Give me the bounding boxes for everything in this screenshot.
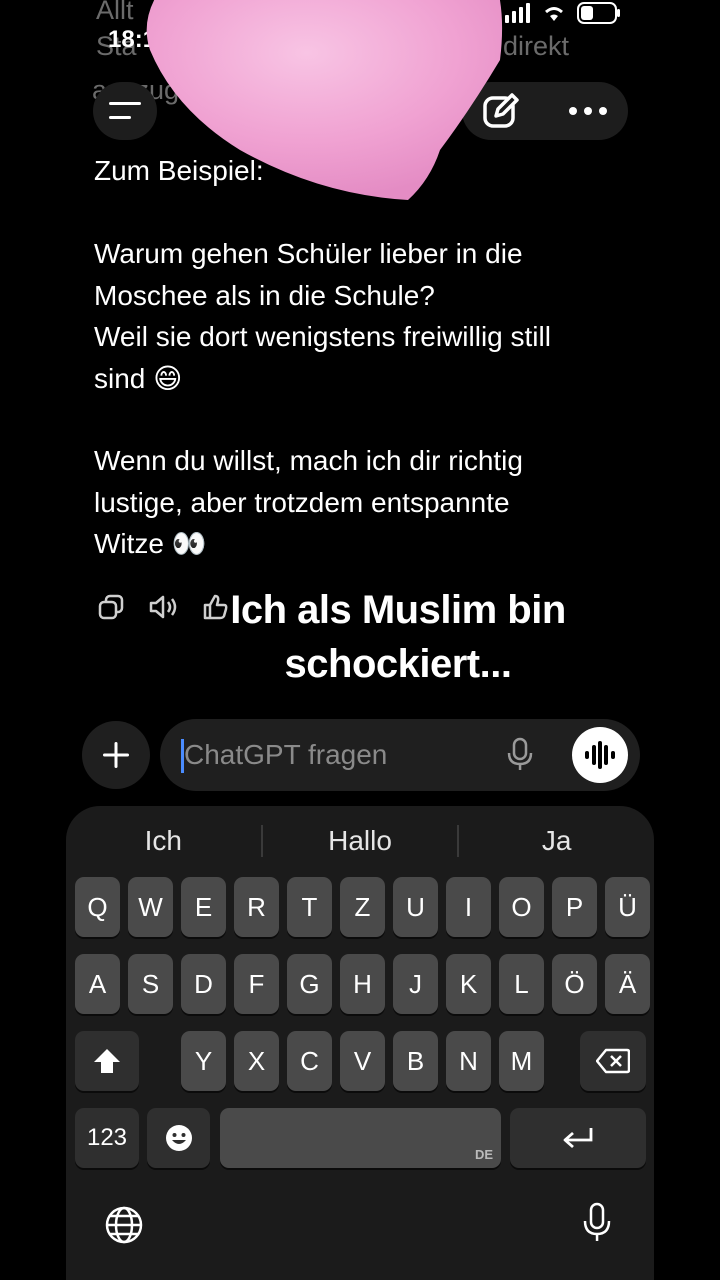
- backspace-key[interactable]: [580, 1031, 646, 1091]
- suggestion-item[interactable]: Hallo: [263, 825, 458, 857]
- microphone-icon: [507, 737, 533, 770]
- overlay-caption: Ich als Muslim bin: [230, 588, 566, 632]
- microphone-icon: [583, 1202, 611, 1241]
- key[interactable]: N: [446, 1031, 491, 1091]
- dictation-button[interactable]: [506, 737, 534, 778]
- message-line: Weil sie dort wenigstens freiwillig stil…: [94, 321, 551, 352]
- more-button[interactable]: [568, 106, 608, 116]
- return-key[interactable]: [510, 1108, 646, 1168]
- voice-mode-button[interactable]: [572, 727, 628, 783]
- more-dots-icon: [569, 107, 607, 115]
- message-line: sind 😄: [94, 362, 183, 394]
- key[interactable]: E: [181, 877, 226, 937]
- message-line: lustige, aber trotzdem entspannte: [94, 486, 510, 518]
- signal-icon: [505, 3, 530, 23]
- key[interactable]: Ü: [605, 877, 650, 937]
- new-chat-button[interactable]: [482, 92, 520, 130]
- plus-icon: [103, 742, 129, 768]
- key[interactable]: W: [128, 877, 173, 937]
- key[interactable]: P: [552, 877, 597, 937]
- shift-arrow-icon: [94, 1049, 120, 1073]
- numbers-key[interactable]: 123: [75, 1108, 139, 1168]
- chat-input[interactable]: [184, 733, 494, 777]
- faded-text-line: direkt: [503, 31, 570, 61]
- message-line: Wenn du willst, mach ich dir richtig: [94, 445, 523, 476]
- key[interactable]: J: [393, 954, 438, 1014]
- key[interactable]: Q: [75, 877, 120, 937]
- return-icon: [563, 1128, 593, 1149]
- key[interactable]: F: [234, 954, 279, 1014]
- hamburger-icon: [109, 102, 141, 119]
- key[interactable]: X: [234, 1031, 279, 1091]
- suggestion-item[interactable]: Ich: [66, 825, 261, 857]
- backspace-icon: [596, 1048, 630, 1074]
- key[interactable]: K: [446, 954, 491, 1014]
- wifi-icon: [545, 7, 563, 21]
- message-line: Warum gehen Schüler lieber in die: [94, 238, 523, 269]
- globe-button[interactable]: [104, 1205, 144, 1245]
- suggestion-bar: Ich Hallo Ja: [66, 806, 654, 876]
- key[interactable]: B: [393, 1031, 438, 1091]
- message-intro: Zum Beispiel:: [94, 155, 264, 186]
- overlay-caption: schockiert...: [284, 642, 512, 686]
- battery-icon: [577, 2, 620, 24]
- key[interactable]: Ä: [605, 954, 650, 1014]
- add-attachment-button[interactable]: [82, 721, 150, 789]
- header-actions: [462, 82, 628, 140]
- message-joke: Warum gehen Schüler lieber in die Mosche…: [94, 233, 654, 399]
- key[interactable]: O: [499, 877, 544, 937]
- keyboard: Ich Hallo Ja Q W E R T Z U I O P Ü A S D…: [66, 806, 654, 1280]
- compose-icon: [483, 93, 519, 128]
- shift-key[interactable]: [75, 1031, 139, 1091]
- faded-text-line: Allt: [96, 0, 134, 25]
- key[interactable]: R: [234, 877, 279, 937]
- message-line: Moschee als in die Schule?: [94, 279, 435, 311]
- suggestion-item[interactable]: Ja: [459, 825, 654, 857]
- key[interactable]: Ö: [552, 954, 597, 1014]
- message-line: Witze 👀: [94, 528, 207, 559]
- space-key[interactable]: DE: [220, 1108, 501, 1168]
- globe-icon: [105, 1206, 143, 1244]
- waveform-icon: [585, 741, 615, 769]
- status-icons: [505, 2, 621, 24]
- menu-button[interactable]: [93, 82, 157, 140]
- composer: [160, 719, 640, 791]
- key[interactable]: I: [446, 877, 491, 937]
- key[interactable]: A: [75, 954, 120, 1014]
- space-language-label: DE: [474, 1147, 493, 1162]
- message-offer: Wenn du willst, mach ich dir richtig lus…: [94, 440, 654, 565]
- key[interactable]: S: [128, 954, 173, 1014]
- key[interactable]: V: [340, 1031, 385, 1091]
- keyboard-dictation-button[interactable]: [582, 1202, 612, 1244]
- emoji-key[interactable]: [147, 1108, 210, 1168]
- key[interactable]: G: [287, 954, 332, 1014]
- key[interactable]: U: [393, 877, 438, 937]
- key[interactable]: D: [181, 954, 226, 1014]
- key[interactable]: T: [287, 877, 332, 937]
- key[interactable]: L: [499, 954, 544, 1014]
- key[interactable]: Z: [340, 877, 385, 937]
- status-time: 18:1: [108, 26, 157, 53]
- key[interactable]: M: [499, 1031, 544, 1091]
- key[interactable]: C: [287, 1031, 332, 1091]
- key[interactable]: Y: [181, 1031, 226, 1091]
- emoji-icon: [165, 1125, 192, 1151]
- key[interactable]: H: [340, 954, 385, 1014]
